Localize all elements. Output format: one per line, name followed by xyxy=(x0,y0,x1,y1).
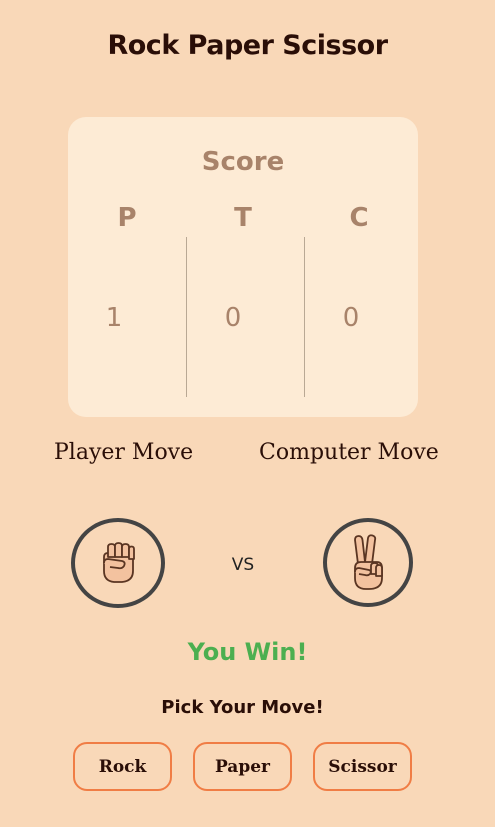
fist-icon xyxy=(103,542,135,583)
score-heading: Score xyxy=(201,147,285,177)
computer-move-label: Computer Move xyxy=(259,440,439,465)
score-divider xyxy=(186,237,187,397)
result-message: You Win! xyxy=(187,638,308,666)
computer-score-label: C xyxy=(349,203,369,233)
paper-button[interactable]: Paper xyxy=(193,742,292,791)
game-title: Rock Paper Scissor xyxy=(107,30,388,61)
tie-score-value: 0 xyxy=(224,303,242,333)
computer-move-display xyxy=(323,518,413,607)
victory-hand-icon xyxy=(354,533,383,590)
player-score-label: P xyxy=(117,203,137,233)
computer-score-value: 0 xyxy=(342,303,360,333)
vs-label: VS xyxy=(231,555,255,575)
scissor-button[interactable]: Scissor xyxy=(313,742,412,791)
player-score-value: 1 xyxy=(105,303,123,333)
pick-move-prompt: Pick Your Move! xyxy=(161,697,324,718)
player-move-display xyxy=(71,518,165,608)
score-divider xyxy=(304,237,305,397)
tie-score-label: T xyxy=(234,203,252,233)
rock-button[interactable]: Rock xyxy=(73,742,172,791)
score-card: Score P T C 1 0 0 xyxy=(68,117,418,417)
player-move-label: Player Move xyxy=(54,440,194,465)
